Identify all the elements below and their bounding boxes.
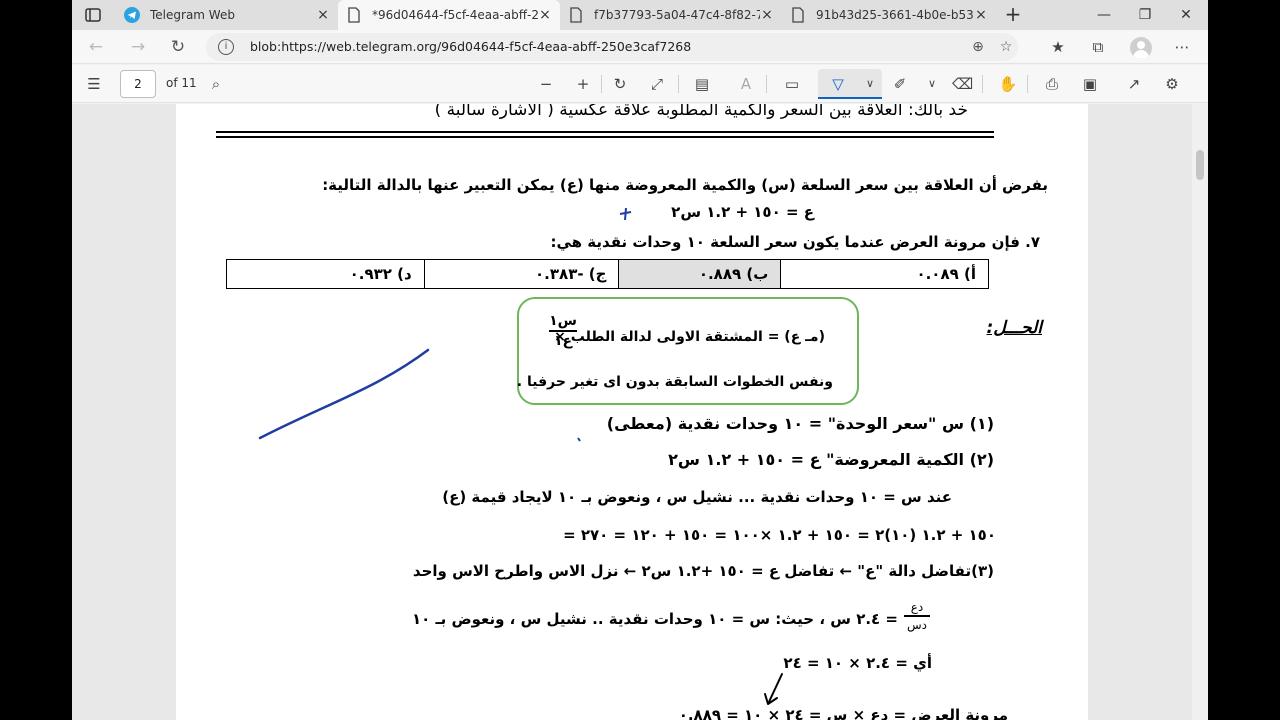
close-tab-icon[interactable]: × xyxy=(974,7,988,23)
close-tab-icon[interactable]: × xyxy=(316,7,330,23)
tab-pdf-2[interactable]: f7b37793-5a04-47c4-8f82-76569 × xyxy=(560,0,782,30)
separator xyxy=(982,75,983,93)
zoom-icon[interactable]: ⊕ xyxy=(970,39,986,55)
forward-icon[interactable]: → xyxy=(128,37,148,57)
new-tab-button[interactable]: + xyxy=(1002,4,1024,26)
draw-icon[interactable]: ▽ xyxy=(828,74,848,94)
read-aloud-icon[interactable]: A xyxy=(736,74,756,94)
separator xyxy=(601,75,602,93)
add-text-icon[interactable]: ▭ xyxy=(782,74,802,94)
page-count: of 11 xyxy=(166,76,197,90)
tab-telegram[interactable]: Telegram Web × xyxy=(116,0,338,30)
page-view-icon[interactable]: ▤ xyxy=(692,74,712,94)
window-close-icon[interactable]: ✕ xyxy=(1176,5,1196,25)
browser-window: Telegram Web × *96d04644-f5cf-4eaa-abff-… xyxy=(72,0,1208,720)
scrollbar-thumb[interactable] xyxy=(1196,150,1204,180)
tab-strip: Telegram Web × *96d04644-f5cf-4eaa-abff-… xyxy=(72,0,1208,30)
address-bar[interactable]: i blob:https://web.telegram.org/96d04644… xyxy=(206,33,1018,61)
pdf-viewer: خد بالك: العلاقة بين السعر والكمية المطل… xyxy=(72,104,1208,720)
document-icon xyxy=(348,7,360,23)
minimize-icon[interactable]: — xyxy=(1094,5,1114,25)
ink-stroke xyxy=(258,348,430,440)
tab-label: f7b37793-5a04-47c4-8f82-76569 xyxy=(594,8,760,22)
site-info-icon[interactable]: i xyxy=(218,39,234,55)
touch-writing-icon[interactable]: ✋ xyxy=(998,74,1018,94)
tab-pdf-3[interactable]: 91b43d25-3661-4b0e-b535-3a2 × xyxy=(782,0,996,30)
vertical-scrollbar[interactable] xyxy=(1192,104,1208,720)
tab-label: Telegram Web xyxy=(150,8,235,22)
restore-icon[interactable]: ❐ xyxy=(1135,5,1155,25)
refresh-icon[interactable]: ↻ xyxy=(168,37,188,57)
tab-active-pdf[interactable]: *96d04644-f5cf-4eaa-abff-250e3 × xyxy=(338,0,560,30)
telegram-icon xyxy=(124,7,140,23)
erase-icon[interactable]: ⌫ xyxy=(952,74,973,94)
favorites-icon[interactable]: ★ xyxy=(1048,37,1068,57)
document-icon xyxy=(792,7,804,23)
fullscreen-icon[interactable]: ↗ xyxy=(1124,74,1144,94)
page-number-input[interactable]: 2 xyxy=(120,70,156,98)
close-tab-icon[interactable]: × xyxy=(538,7,552,23)
tab-actions-icon[interactable] xyxy=(84,6,102,24)
separator xyxy=(766,75,767,93)
separator xyxy=(1027,75,1028,93)
rotate-icon[interactable]: ↻ xyxy=(610,74,630,94)
document-icon xyxy=(570,7,582,23)
highlight-options-chevron-icon[interactable]: ∨ xyxy=(922,74,942,94)
ink-annotations xyxy=(258,207,783,705)
back-icon[interactable]: ← xyxy=(86,37,106,57)
separator xyxy=(678,75,679,93)
more-menu-icon[interactable]: ⋯ xyxy=(1172,37,1192,57)
url-text: blob:https://web.telegram.org/96d04644-f… xyxy=(250,39,692,54)
navigation-bar: ← → ↻ i blob:https://web.telegram.org/96… xyxy=(72,30,1208,64)
ink-dot xyxy=(577,437,581,442)
pdf-page: خد بالك: العلاقة بين السعر والكمية المطل… xyxy=(176,104,1088,720)
close-tab-icon[interactable]: × xyxy=(760,7,774,23)
search-icon[interactable]: ⌕ xyxy=(206,74,226,94)
tab-label: *96d04644-f5cf-4eaa-abff-250e3 xyxy=(372,8,538,22)
arrow-annotation xyxy=(764,673,783,705)
tab-label: 91b43d25-3661-4b0e-b535-3a2 xyxy=(816,8,974,22)
collections-icon[interactable]: ⧉ xyxy=(1088,37,1108,57)
profile-avatar[interactable] xyxy=(1130,37,1152,59)
ink-plus-mark xyxy=(619,207,632,221)
fit-page-icon[interactable]: ⤢ xyxy=(647,74,667,94)
zoom-in-icon[interactable]: + xyxy=(573,74,593,94)
highlight-icon[interactable]: ✐ xyxy=(890,74,910,94)
save-icon[interactable]: ▣ xyxy=(1080,74,1100,94)
print-icon[interactable]: ⎙ xyxy=(1042,74,1062,94)
pdf-toolbar: ☰ 2 of 11 ⌕ − + ↻ ⤢ ▤ A ▭ ▽ ∨ ✐ ∨ ⌫ ✋ ⎙ … xyxy=(72,65,1208,103)
zoom-out-icon[interactable]: − xyxy=(536,74,556,94)
settings-gear-icon[interactable]: ⚙ xyxy=(1162,74,1182,94)
add-favorite-icon[interactable]: ☆ xyxy=(998,39,1014,55)
draw-options-chevron-icon[interactable]: ∨ xyxy=(860,74,880,94)
contents-icon[interactable]: ☰ xyxy=(84,74,104,94)
